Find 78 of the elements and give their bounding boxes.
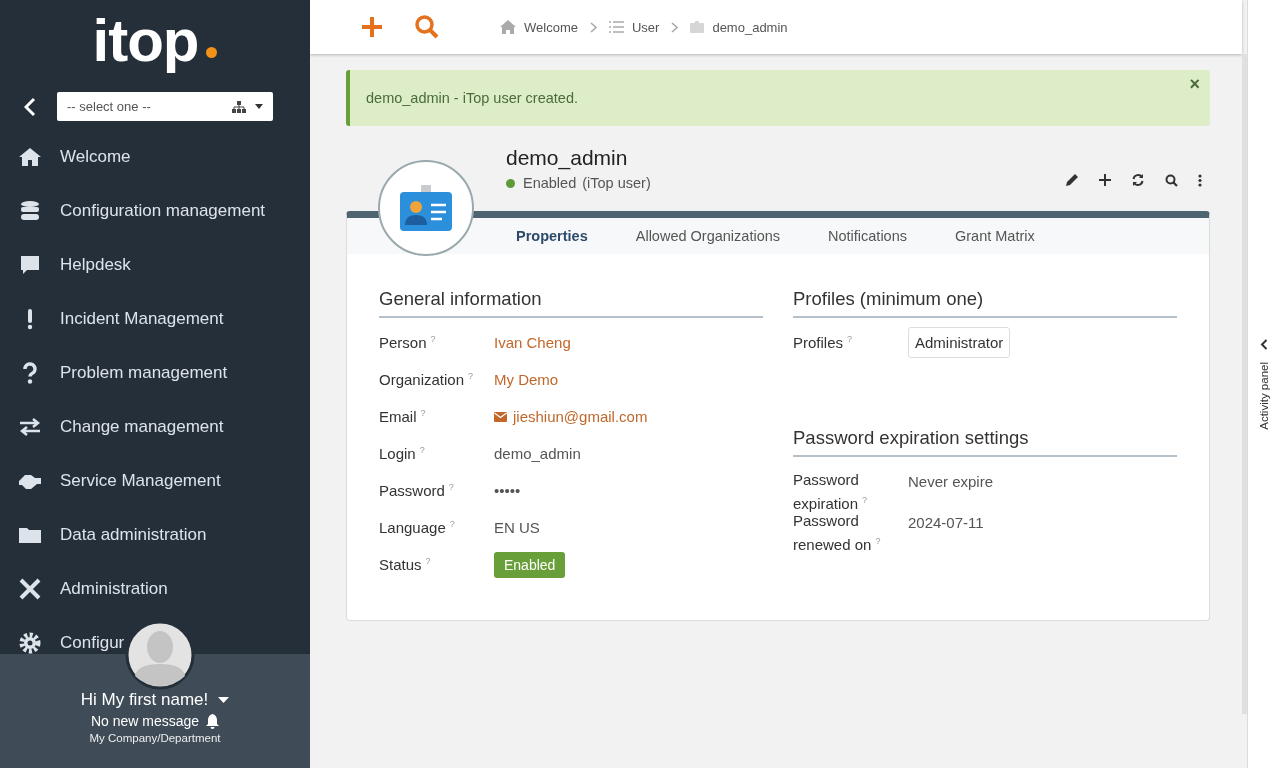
search-icon[interactable] (1165, 173, 1178, 187)
menu-item[interactable]: Configuration management (0, 196, 266, 226)
field-label: Password renewed on $^{?}$ (793, 512, 882, 555)
field-value: 2024-07-11 (908, 514, 984, 531)
section-title: Profiles (minimum one) (793, 288, 1177, 318)
tab[interactable]: Notifications (804, 218, 931, 254)
tab[interactable]: Grant Matrix (931, 218, 1059, 254)
chevron-icon (1260, 338, 1268, 350)
status-badge: Enabled (494, 552, 566, 578)
breadcrumb-link[interactable]: Welcome (500, 19, 578, 35)
field-label: Email (379, 408, 417, 425)
field-value: demo_admin (494, 445, 581, 462)
menu-item[interactable]: Incident Management (0, 304, 224, 334)
exclamation-icon (26, 307, 34, 331)
section-title: Password expiration settings (793, 427, 1177, 457)
list-icon (608, 21, 624, 33)
object-class: (iTop user) (582, 175, 651, 191)
field-link[interactable]: Ivan Cheng (494, 334, 571, 351)
message-status: No new message (90, 713, 200, 729)
field-value: ••••• (494, 482, 521, 499)
breadcrumb-link[interactable]: demo_admin (690, 19, 788, 35)
pencil-icon[interactable] (1065, 173, 1079, 187)
field-label: Person (379, 334, 427, 351)
user-organization: My Company/Department (89, 732, 221, 744)
chevron-icon (671, 21, 679, 33)
activity-panel-label: Activity panel (1258, 361, 1270, 430)
alert-message: demo_admin - iTop user created. (366, 90, 578, 106)
caret-icon[interactable] (218, 697, 230, 703)
field-label: Profiles (793, 334, 844, 351)
field-label: Organization (379, 371, 465, 388)
field-label: Password expiration $^{?}$ (793, 470, 869, 514)
menu-item[interactable]: Service Management (0, 466, 221, 496)
field-link[interactable]: My Demo (494, 371, 559, 388)
field-label: Login (379, 445, 416, 462)
menu-item[interactable]: Data administration (0, 520, 207, 550)
envelope-icon (494, 411, 507, 422)
tab[interactable]: Allowed Organizations (611, 218, 804, 254)
menu-item[interactable]: Configur (0, 628, 125, 658)
breadcrumb-link[interactable]: User (608, 19, 660, 35)
database-icon (18, 199, 42, 223)
organization-select[interactable]: -- select one -- (57, 92, 273, 121)
field-value: Never expire (908, 473, 994, 490)
section-title: General information (379, 288, 763, 318)
field-value: EN US (494, 519, 540, 536)
close-button[interactable]: × (1189, 74, 1200, 95)
object-title: demo_admin (506, 146, 629, 170)
activity-panel[interactable]: Activity panel (1247, 0, 1280, 768)
user-greeting[interactable]: Hi My first name! (80, 690, 209, 710)
arrows-icon (18, 415, 42, 439)
home-icon (500, 20, 516, 34)
menu-item[interactable]: Change management (0, 412, 224, 442)
chevron-icon (589, 21, 597, 33)
home-icon (18, 145, 42, 169)
status-text: Enabled (523, 175, 577, 191)
plus-icon[interactable] (1099, 174, 1111, 186)
hierarchy-icon (231, 100, 247, 113)
field-label: Password (379, 482, 445, 499)
more-icon[interactable] (1198, 173, 1202, 187)
field-label: Language (379, 519, 446, 536)
bell-icon[interactable] (206, 713, 220, 729)
menu-item[interactable]: Problem management (0, 358, 228, 388)
itop-logo: itop (92, 2, 218, 80)
gear-icon (18, 631, 42, 655)
field-label: Status (379, 556, 422, 573)
profile-tag: Administrator (908, 327, 1011, 358)
tab[interactable]: Properties (492, 218, 612, 254)
refresh-icon[interactable] (1131, 173, 1145, 187)
avatar[interactable] (125, 620, 195, 690)
collapse-icon[interactable] (24, 96, 36, 117)
menu-item[interactable]: Welcome (0, 142, 131, 172)
status-dot (506, 178, 515, 188)
id-badge-icon (400, 185, 452, 231)
menu-item[interactable]: Administration (0, 574, 168, 604)
caret-icon (255, 104, 263, 109)
card-icon (690, 21, 705, 33)
email-link[interactable]: jieshiun@gmail.com (494, 408, 648, 425)
speech-bubble-icon (18, 253, 42, 277)
menu-item[interactable]: Helpdesk (0, 250, 131, 280)
